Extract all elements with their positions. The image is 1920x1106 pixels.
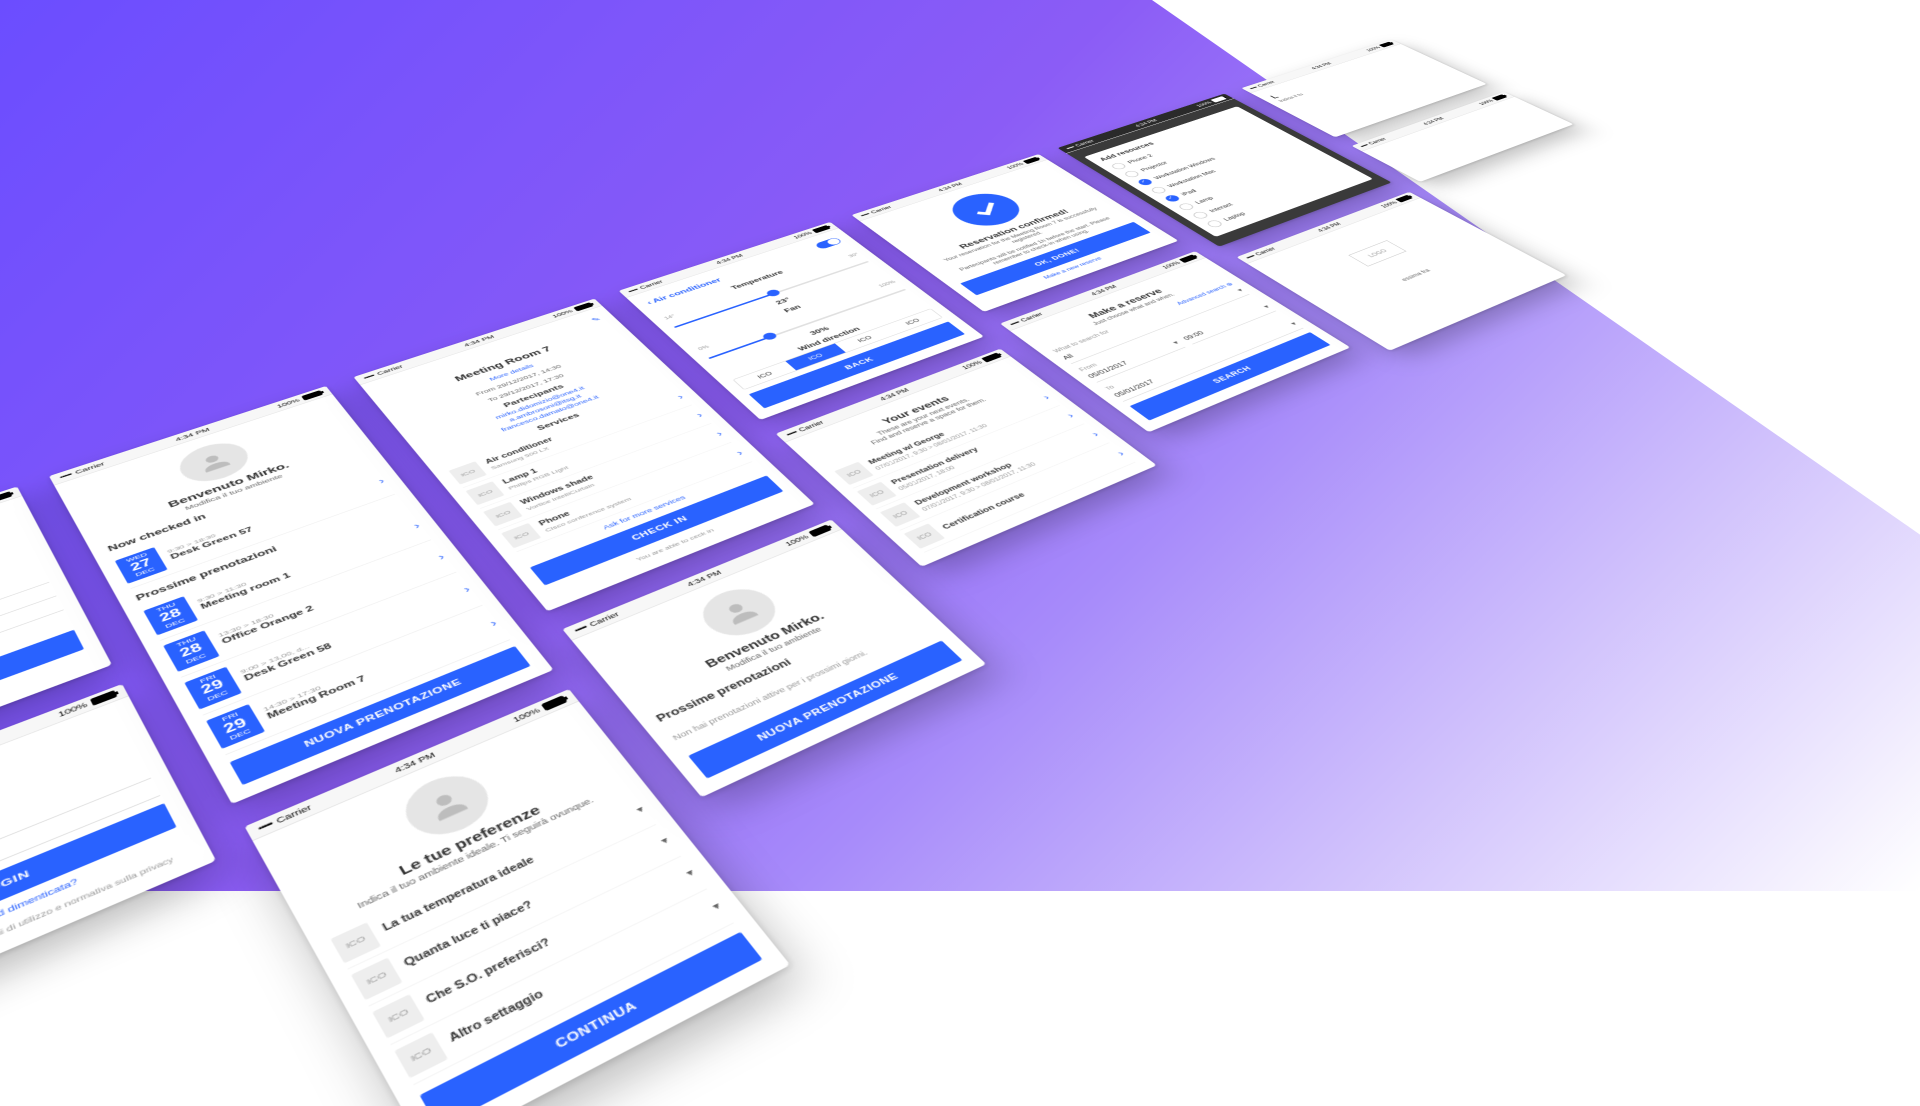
event-row[interactable]: ICO Certification course › bbox=[900, 442, 1135, 552]
event-icon: ICO bbox=[857, 481, 897, 505]
chevron-right-icon: › bbox=[411, 520, 422, 530]
chevron-right-icon: › bbox=[461, 583, 473, 594]
new-reservation-button[interactable]: NUOVA PRENOTAZIONE bbox=[688, 640, 962, 778]
new-reservation-button[interactable]: NUOVA PRENOTAZIONE bbox=[230, 645, 531, 784]
current-reservation[interactable]: WED27DEC 9:30 > 18:30Desk Green 57 › bbox=[112, 465, 395, 588]
status-bar: Carrier 4:34 PM 100% bbox=[0, 486, 22, 602]
chevron-right-icon: › bbox=[675, 392, 686, 400]
service-icon: ICO bbox=[449, 461, 487, 484]
service-row[interactable]: ICO PhoneCisco conference system › bbox=[498, 442, 752, 552]
event-icon: ICO bbox=[834, 461, 873, 484]
back-link[interactable]: Indietro bbox=[0, 655, 90, 779]
chevron-right-icon: › bbox=[733, 448, 745, 457]
logo-placeholder: LOGO bbox=[1348, 240, 1406, 266]
wireframe-flow: Carrier 4:34 PM 100% Benvenuto! Inserisc… bbox=[0, 39, 1920, 1106]
login-button[interactable]: LOGIN bbox=[0, 803, 177, 972]
chevron-right-icon: › bbox=[376, 475, 387, 485]
avatar bbox=[393, 765, 501, 846]
dob-field[interactable]: Data di nascita bbox=[0, 596, 64, 721]
chevron-right-icon: › bbox=[487, 617, 499, 628]
service-icon: ICO bbox=[466, 481, 505, 505]
avatar[interactable] bbox=[171, 436, 256, 488]
chevron-right-icon: › bbox=[1088, 429, 1101, 438]
event-icon: ICO bbox=[904, 523, 945, 548]
surname-field[interactable]: Cognome bbox=[0, 582, 57, 704]
chevron-right-icon: › bbox=[1039, 392, 1052, 400]
gender-radio[interactable]: UomoDonna bbox=[0, 610, 71, 736]
continue-button[interactable]: CONTINUA bbox=[0, 629, 84, 765]
onboard-title: Benvenuto! Inserisci i tuoi dati bbox=[0, 510, 16, 616]
ask-services-link[interactable]: Ask for more services bbox=[521, 465, 762, 561]
chevron-right-icon: › bbox=[1113, 448, 1127, 457]
chevron-right-icon: › bbox=[694, 410, 706, 419]
reservation-row[interactable]: FRI29DEC 14:30 > 17:30Meeting Room 7 › bbox=[203, 605, 510, 755]
name-field[interactable]: Nome bbox=[0, 568, 49, 688]
chevron-right-icon: › bbox=[713, 428, 725, 437]
power-toggle[interactable] bbox=[814, 237, 843, 250]
service-icon: ICO bbox=[501, 522, 541, 547]
forgot-link[interactable]: Password dimenticata? bbox=[0, 833, 184, 988]
chevron-right-icon: › bbox=[1063, 410, 1076, 419]
edit-icon[interactable]: ✎ bbox=[590, 315, 603, 323]
password-field[interactable]: Password bbox=[0, 778, 160, 935]
avatar[interactable] bbox=[690, 580, 788, 644]
service-icon: ICO bbox=[483, 501, 523, 526]
reservation-row[interactable]: THU28DEC 13:30 > 18:30Office Orange 2 › bbox=[161, 540, 457, 677]
username-field[interactable]: Username bbox=[0, 761, 151, 915]
reservation-row[interactable]: THU28DEC 9:30 > 11:30Meeting room 1 › bbox=[141, 509, 432, 640]
reservation-row[interactable]: FRI29DEC 9:00 > 13,00, d...Desk Green 58… bbox=[181, 571, 482, 714]
event-icon: ICO bbox=[880, 502, 921, 527]
pref-icon: ICO bbox=[394, 1031, 448, 1077]
checkin-button[interactable]: CHECK IN bbox=[530, 475, 784, 585]
screen-login: Carrier4:34 PM100% LOGO aim, brevissima … bbox=[0, 683, 216, 1029]
chevron-right-icon: › bbox=[435, 551, 447, 562]
